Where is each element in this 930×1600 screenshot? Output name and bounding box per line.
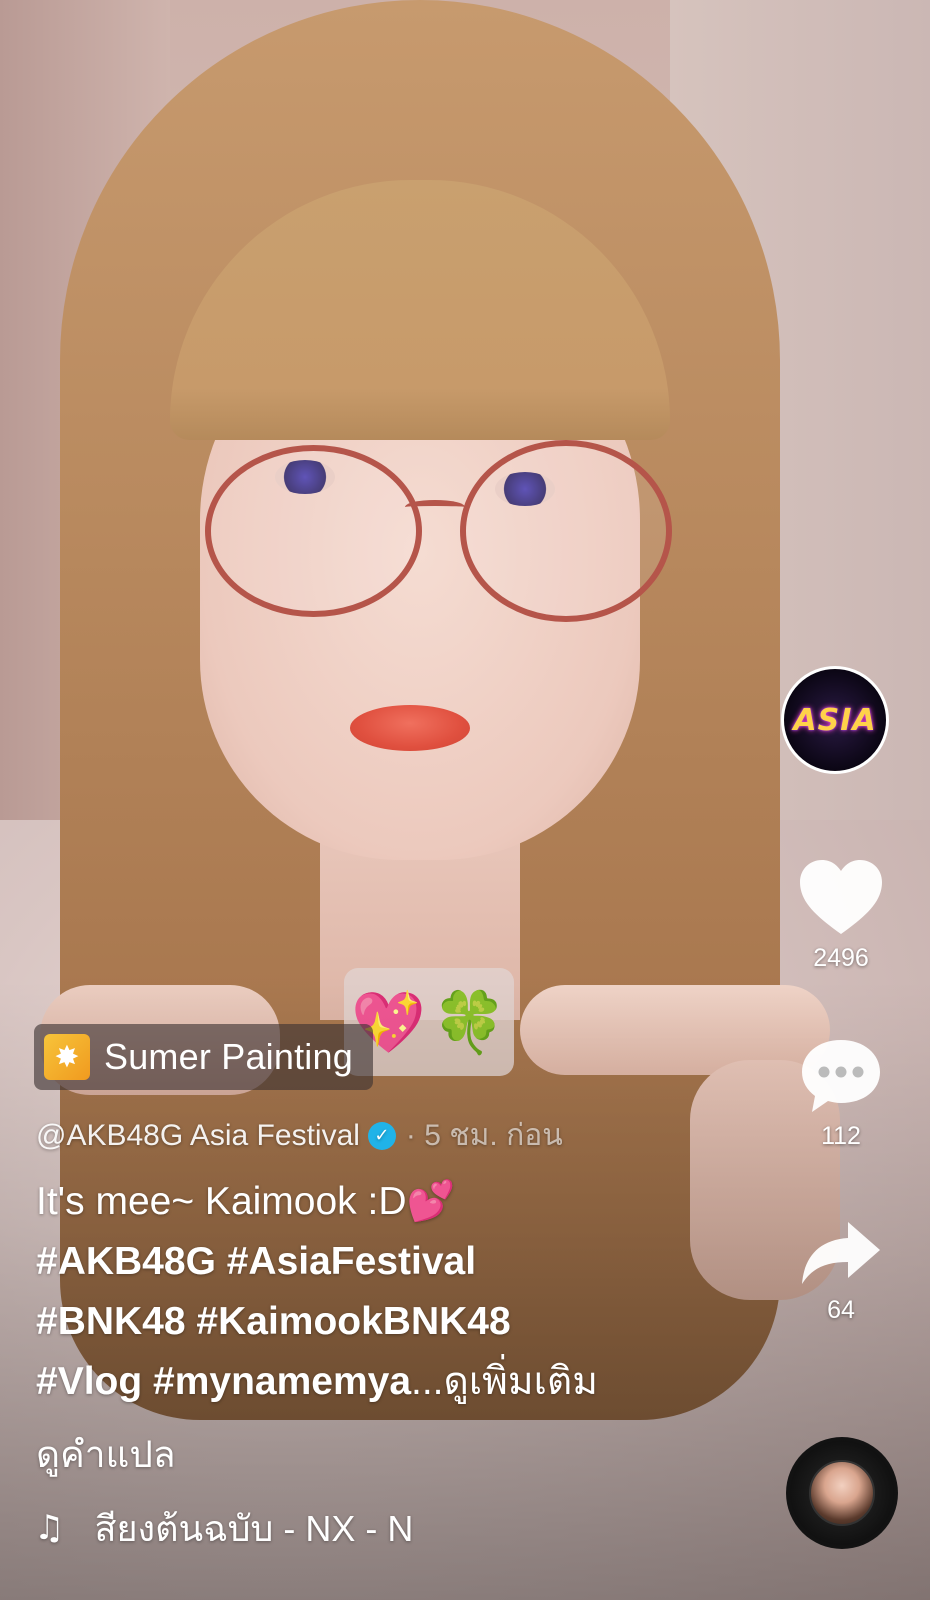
- see-translation-link[interactable]: ดูคำแปล: [36, 1425, 176, 1484]
- asia-festival-logo: ASIA: [793, 702, 877, 738]
- two-hearts-emoji: 💕: [406, 1179, 456, 1224]
- music-note-icon: ♫: [34, 1508, 65, 1548]
- author-line: @AKB48G Asia Festival ✓ · 5 ชม. ก่อน: [36, 1112, 563, 1159]
- verified-badge-icon: ✓: [367, 1121, 396, 1150]
- hashtag-line[interactable]: #AKB48G #AsiaFestival: [36, 1232, 736, 1292]
- creator-avatar[interactable]: ASIA: [781, 666, 889, 774]
- share-count: 64: [827, 1296, 855, 1324]
- sparkle-burst-icon: ✸: [44, 1034, 90, 1080]
- post-time: · 5 ชม. ก่อน: [405, 1119, 563, 1152]
- see-more-link[interactable]: ...ดูเพิ่มเติม: [411, 1360, 598, 1403]
- effect-chip[interactable]: ✸ Sumer Painting: [34, 1024, 373, 1090]
- video-glasses-bridge: [405, 500, 465, 514]
- hashtag-line[interactable]: #Vlog #mynamemya: [36, 1360, 411, 1403]
- comment-bubble-icon: [802, 1040, 880, 1112]
- caption-text: It's mee~ Kaimook :D: [36, 1180, 407, 1223]
- author-handle[interactable]: @AKB48G Asia Festival: [36, 1119, 360, 1153]
- like-button[interactable]: 2496: [795, 858, 887, 973]
- comment-button[interactable]: 112: [795, 1036, 887, 1151]
- like-count: 2496: [813, 944, 869, 972]
- video-lips: [350, 705, 470, 751]
- hashtag-line-more: #Vlog #mynamemya...ดูเพิ่มเติม: [36, 1352, 736, 1412]
- caption-first-line: It's mee~ Kaimook :D💕: [36, 1172, 736, 1232]
- sound-label: สียงต้นฉบับ - NX - N: [94, 1507, 414, 1549]
- sound-disc[interactable]: [786, 1437, 898, 1549]
- effect-label: Sumer Painting: [104, 1036, 353, 1077]
- sound-disc-avatar: [809, 1460, 875, 1526]
- comment-count: 112: [821, 1122, 861, 1150]
- video-glasses-lens: [460, 440, 672, 622]
- video-glasses-lens: [205, 445, 422, 617]
- heart-icon: [800, 860, 882, 934]
- post-caption[interactable]: It's mee~ Kaimook :D💕 #AKB48G #AsiaFesti…: [36, 1172, 736, 1412]
- sound-link[interactable]: ♫ สียงต้นฉบับ - NX - N: [34, 1500, 454, 1556]
- hashtag-line[interactable]: #BNK48 #KaimookBNK48: [36, 1292, 736, 1352]
- share-arrow-icon: [802, 1222, 880, 1284]
- share-button[interactable]: 64: [795, 1218, 887, 1325]
